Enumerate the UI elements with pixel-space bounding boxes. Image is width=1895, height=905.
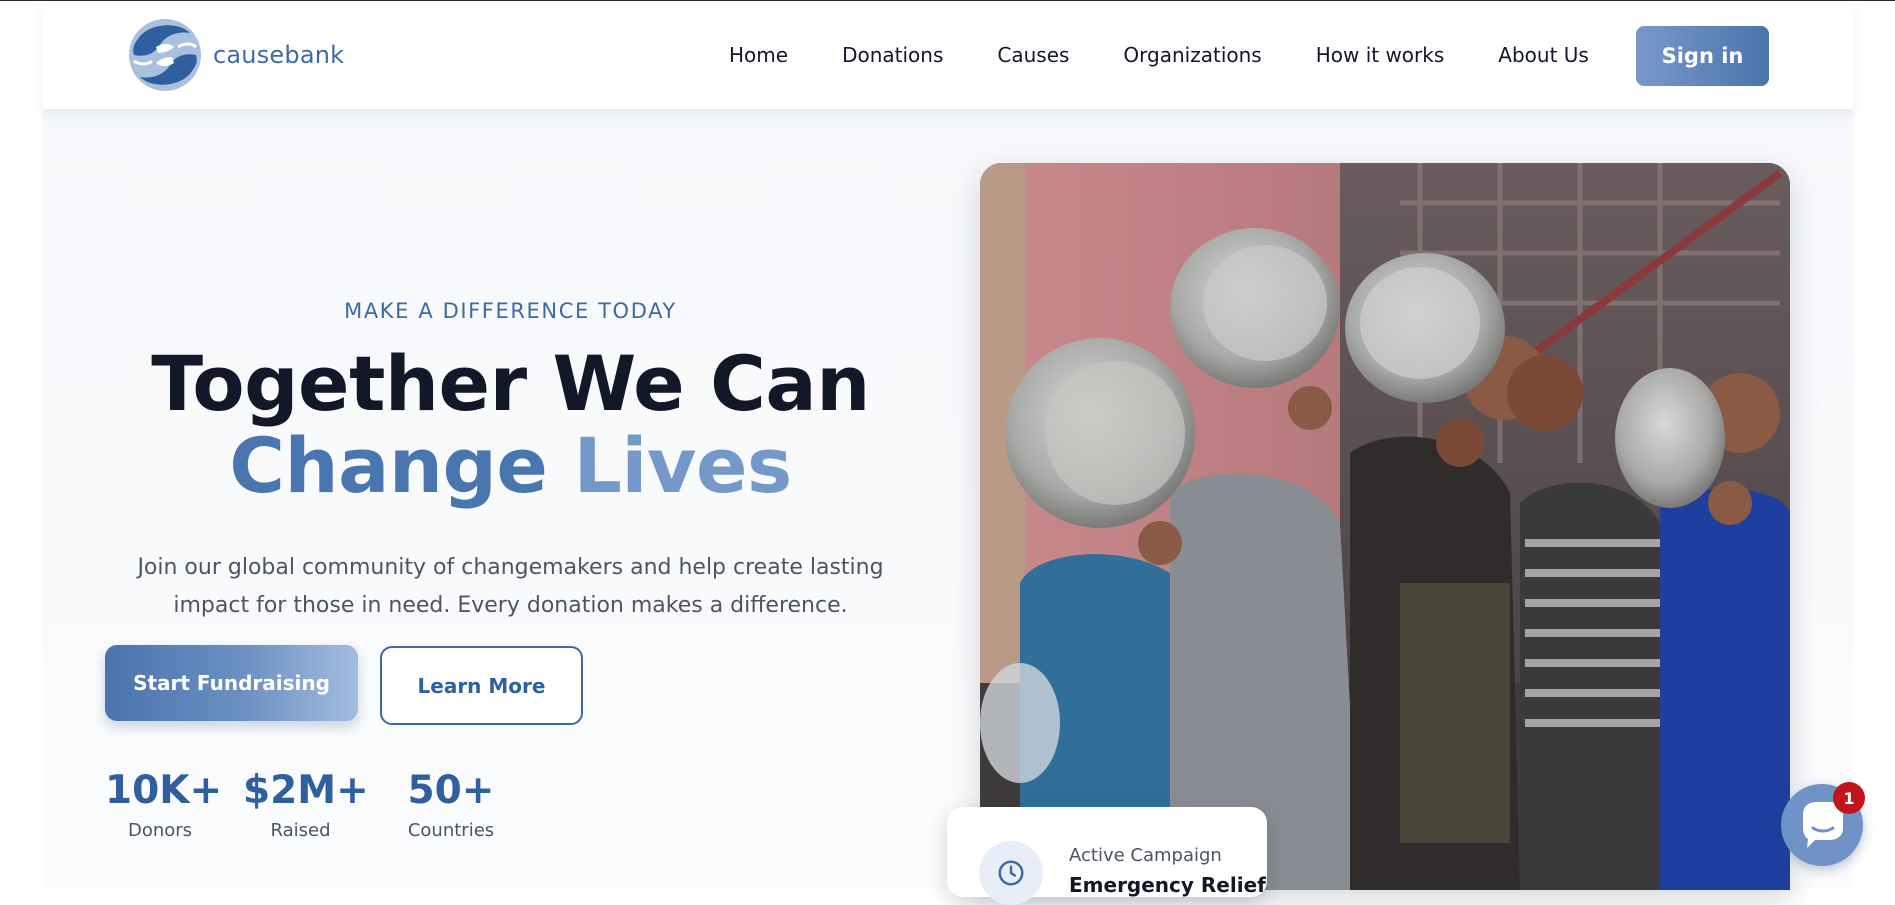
campaign-title: Emergency Relief	[1069, 873, 1266, 897]
hero-photo	[980, 163, 1790, 890]
nav-how-it-works[interactable]: How it works	[1316, 43, 1445, 67]
clock-icon	[998, 860, 1024, 886]
nav-home[interactable]: Home	[729, 43, 788, 67]
sign-in-button[interactable]: Sign in	[1636, 26, 1769, 86]
hero-headline-line2: Change Lives	[43, 428, 978, 504]
nav-causes[interactable]: Causes	[997, 43, 1069, 67]
hero-headline-word-change: Change	[229, 421, 548, 510]
hero-headline-line1: Together We Can	[151, 339, 870, 428]
learn-more-button[interactable]: Learn More	[380, 646, 583, 725]
nav-organizations[interactable]: Organizations	[1123, 43, 1261, 67]
stat-countries-label: Countries	[407, 820, 495, 841]
chat-notification-badge: 1	[1833, 782, 1865, 814]
stat-countries-value: 50+	[407, 768, 495, 813]
active-campaign-card[interactable]: Active Campaign Emergency Relief	[947, 807, 1267, 905]
hero-eyebrow: MAKE A DIFFERENCE TODAY	[344, 299, 677, 323]
stat-countries: 50+ Countries	[396, 771, 506, 841]
hero-headline-word-lives: Lives	[573, 421, 792, 510]
stat-donors: 10K+ Donors	[105, 768, 223, 841]
stat-raised: $2M+ Raised	[243, 768, 369, 841]
causebank-logo-icon[interactable]	[126, 17, 204, 93]
brand-name[interactable]: causebank	[213, 41, 344, 69]
start-fundraising-button[interactable]: Start Fundraising	[105, 645, 358, 721]
campaign-label: Active Campaign	[1069, 845, 1222, 866]
nav-about-us[interactable]: About Us	[1498, 43, 1589, 67]
main-nav: Home Donations Causes Organizations How …	[729, 1, 1589, 109]
page: causebank Home Donations Causes Organiza…	[43, 1, 1853, 905]
site-header: causebank Home Donations Causes Organiza…	[43, 1, 1853, 109]
stat-raised-label: Raised	[270, 820, 331, 841]
stat-donors-value: 10K+	[105, 768, 223, 813]
stat-donors-label: Donors	[127, 820, 193, 841]
hero-photo-illustration	[980, 163, 1790, 890]
hero-subtext: Join our global community of changemaker…	[137, 555, 884, 618]
campaign-icon-wrapper	[979, 841, 1043, 905]
nav-donations[interactable]: Donations	[842, 43, 943, 67]
stat-raised-value: $2M+	[243, 768, 369, 813]
